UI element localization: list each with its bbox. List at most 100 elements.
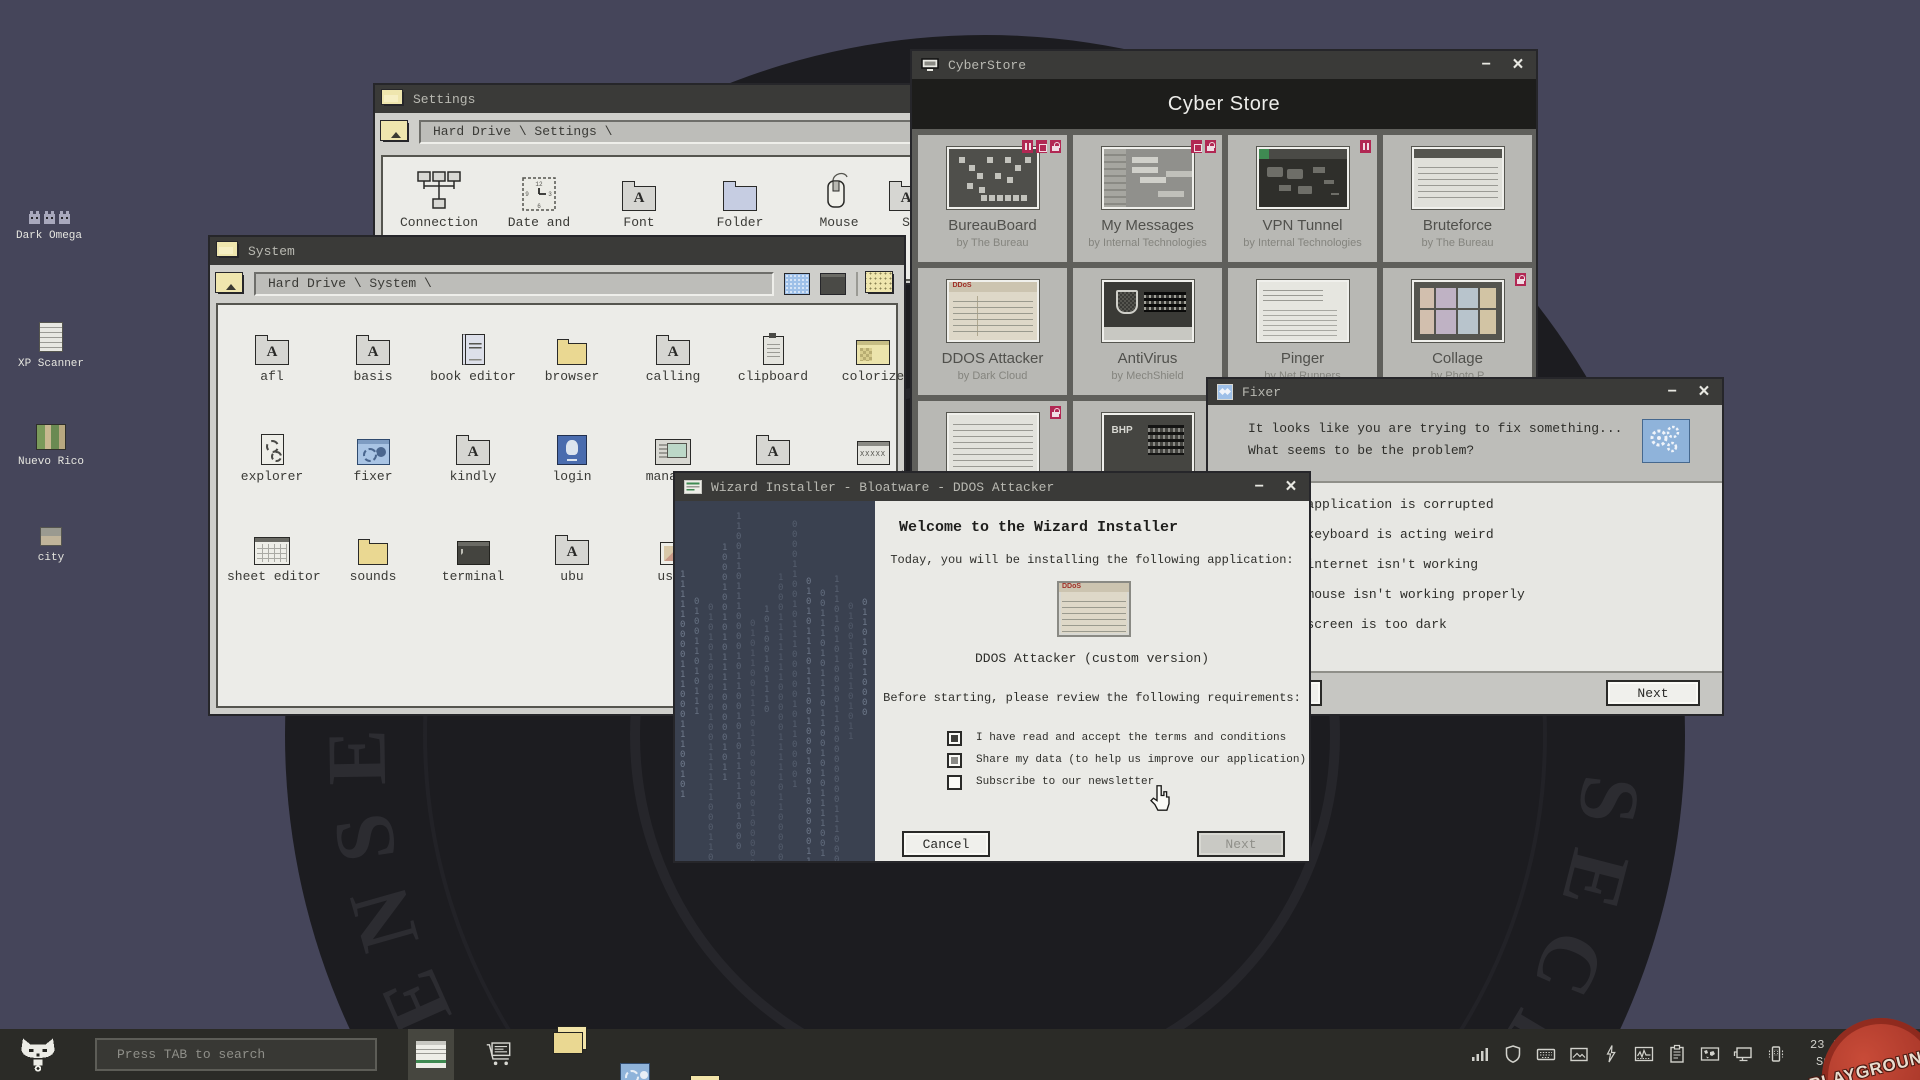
file-colorize[interactable]: colorize — [828, 321, 918, 384]
file-basis[interactable]: basis — [328, 321, 418, 384]
store-app-pinger[interactable]: Pinger by Net Runners — [1228, 268, 1377, 395]
folder-up-icon[interactable] — [218, 275, 244, 294]
taskbar-fixer-icon[interactable] — [620, 1063, 650, 1080]
desktop-icon-dark-omega[interactable]: Dark Omega — [1, 214, 97, 242]
app-thumbnail — [1412, 147, 1504, 209]
wizard-window-title: Wizard Installer - Bloatware - DDOS Atta… — [711, 480, 1054, 495]
file-explorer[interactable]: explorer — [227, 421, 317, 484]
monitor-icon[interactable] — [1733, 1044, 1753, 1064]
file-ubu[interactable]: ubu — [527, 521, 617, 584]
settings-item-date-time[interactable]: 12 3 6 9 Date and — [494, 167, 584, 230]
store-app-partial-2[interactable] — [1073, 401, 1222, 478]
desktop-icon-nuevo-rico[interactable]: Nuevo Rico — [3, 424, 99, 468]
cyberstore-titlebar[interactable]: CyberStore — [912, 51, 1536, 79]
grid-view-button[interactable] — [784, 273, 810, 295]
store-app-antivirus[interactable]: AntiVirus by MechShield — [1073, 268, 1222, 395]
wizard-intro: Today, you will be installing the follow… — [875, 553, 1309, 567]
settings-item-folder[interactable]: Folder — [695, 167, 785, 230]
folders-icon — [358, 543, 388, 565]
folder-up-icon[interactable] — [383, 123, 409, 142]
folder-stack-icon — [384, 92, 404, 106]
store-app-bureauboard[interactable]: BureauBoard by The Bureau — [918, 135, 1067, 262]
password-window-icon — [857, 441, 890, 465]
world-map-icon[interactable] — [1700, 1044, 1720, 1064]
minimize-icon[interactable] — [1250, 478, 1268, 496]
minimize-icon[interactable] — [1477, 56, 1495, 74]
settings-titlebar[interactable]: Settings — [375, 85, 931, 113]
taskbar-cyberstore-cart-icon[interactable] — [485, 1041, 515, 1068]
document-gears-icon — [261, 434, 284, 465]
system-address-input[interactable]: Hard Drive \ System \ — [254, 272, 774, 296]
store-app-collage[interactable]: Collage by Photo P — [1383, 268, 1532, 395]
close-icon[interactable] — [1695, 383, 1713, 401]
clock-icon: 12 3 6 9 — [494, 167, 584, 211]
file-calling[interactable]: calling — [628, 321, 718, 384]
svg-text:6: 6 — [537, 203, 541, 210]
checkbox-unchecked[interactable] — [947, 775, 962, 790]
pause-badge-icon — [1022, 140, 1033, 153]
activity-graph-icon[interactable] — [1634, 1044, 1654, 1064]
cat-logo-icon[interactable] — [18, 1037, 58, 1073]
checkbox-checked[interactable] — [947, 731, 962, 746]
wizard-installer-window: Wizard Installer - Bloatware - DDOS Atta… — [673, 471, 1311, 863]
settings-address-input[interactable]: Hard Drive \ Settings \ — [419, 120, 923, 144]
store-app-my-messages[interactable]: My Messages by Internal Technologies — [1073, 135, 1222, 262]
file-login[interactable]: login — [527, 421, 617, 484]
palette-window-icon — [856, 340, 890, 365]
cyberstore-window-title: CyberStore — [948, 58, 1026, 73]
ddos-app-thumbnail — [1057, 581, 1131, 637]
desktop-icon-xp-scanner[interactable]: XP Scanner — [3, 322, 99, 370]
terms-checkbox-row[interactable]: I have read and accept the terms and con… — [947, 729, 1286, 747]
file-kindly[interactable]: kindly — [428, 421, 518, 484]
keyboard-icon[interactable] — [1536, 1044, 1556, 1064]
settings-item-font[interactable]: Font — [594, 167, 684, 230]
file-terminal[interactable]: terminal — [428, 521, 518, 584]
signal-bars-icon[interactable] — [1470, 1044, 1490, 1064]
store-app-bruteforce[interactable]: Bruteforce by The Bureau — [1383, 135, 1532, 262]
spark-icon[interactable] — [1601, 1044, 1621, 1064]
system-titlebar[interactable]: System — [210, 237, 904, 265]
share-data-checkbox-row[interactable]: Share my data (to help us improve our ap… — [947, 751, 1306, 769]
minimize-icon[interactable] — [1663, 383, 1681, 401]
file-fixer[interactable]: fixer — [328, 421, 418, 484]
clipboard-icon[interactable] — [1667, 1044, 1687, 1064]
list-view-button[interactable] — [820, 273, 846, 295]
file-sheet-editor[interactable]: sheet editor — [227, 521, 317, 584]
next-button[interactable]: Next — [1197, 831, 1285, 857]
close-icon[interactable] — [1509, 56, 1527, 74]
next-button[interactable]: Next — [1606, 680, 1700, 706]
wizard-titlebar[interactable]: Wizard Installer - Bloatware - DDOS Atta… — [675, 473, 1309, 501]
store-app-vpn-tunnel[interactable]: VPN Tunnel by Internal Technologies — [1228, 135, 1377, 262]
fixer-message-line2: What seems to be the problem? — [1248, 443, 1474, 458]
cancel-button[interactable]: Cancel — [902, 831, 990, 857]
taskbar-folder-icon[interactable] — [553, 1032, 583, 1054]
checkbox-checked[interactable] — [947, 753, 962, 768]
phone-vibrate-icon[interactable] — [1766, 1044, 1786, 1064]
file-browser[interactable]: browser — [527, 321, 617, 384]
file-afl[interactable]: afl — [227, 321, 317, 384]
shield-icon[interactable] — [1503, 1044, 1523, 1064]
settings-item-connection[interactable]: Connection — [394, 167, 484, 230]
newsletter-checkbox-row[interactable]: Subscribe to our newsletter — [947, 773, 1154, 791]
store-app-partial-1[interactable] — [918, 401, 1067, 478]
folder-icon — [723, 186, 757, 211]
desktop-icon-label: Dark Omega — [1, 230, 97, 242]
folder-options-button[interactable] — [868, 274, 894, 294]
terminal-icon — [457, 541, 490, 565]
notebook-icon — [462, 334, 485, 365]
file-book-editor[interactable]: book editor — [428, 321, 518, 384]
folders-icon — [557, 343, 587, 365]
desktop-icon-city[interactable]: city — [3, 527, 99, 564]
taskbar-installer-window-icon[interactable] — [416, 1041, 446, 1068]
search-input[interactable]: Press TAB to search — [95, 1038, 377, 1071]
folder-a-icon — [756, 440, 790, 465]
screenshot-icon[interactable] — [1569, 1044, 1589, 1064]
fixer-titlebar[interactable]: Fixer — [1208, 379, 1722, 405]
desktop: SECRET AGENCY OF DEFENSE Dark Omega XP S… — [0, 0, 1920, 1080]
file-sounds[interactable]: sounds — [328, 521, 418, 584]
file-clipboard[interactable]: clipboard — [728, 321, 818, 384]
close-icon[interactable] — [1282, 478, 1300, 496]
desktop-icon-label: XP Scanner — [3, 358, 99, 370]
store-app-ddos-attacker[interactable]: DDOS Attacker by Dark Cloud — [918, 268, 1067, 395]
folder-a-icon — [555, 540, 589, 565]
